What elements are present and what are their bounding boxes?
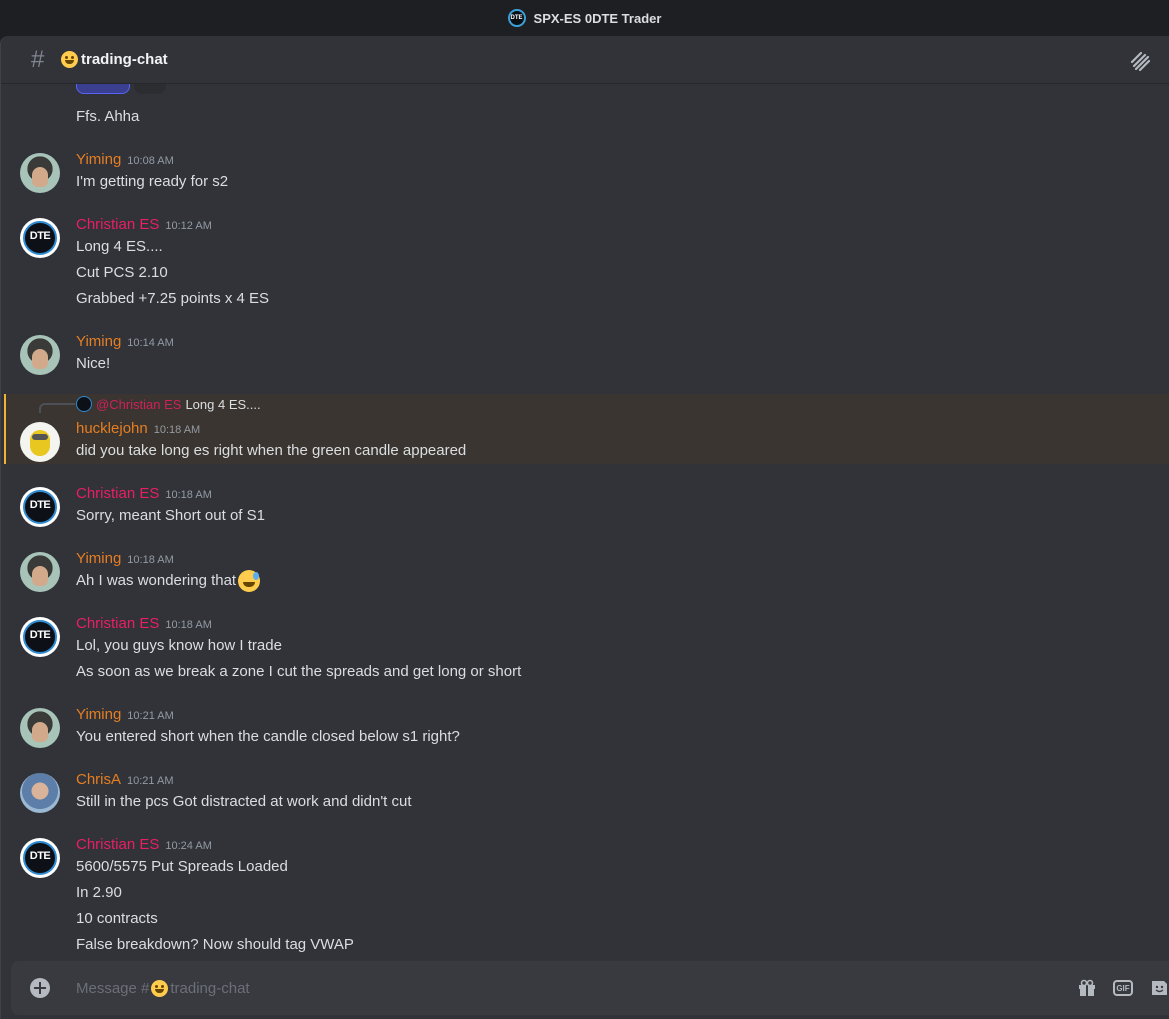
message-text: did you take long es right when the gree…: [76, 442, 467, 459]
smile-emoji-icon: [151, 979, 169, 997]
placeholder-prefix: Message #: [76, 979, 150, 997]
message-text: Long 4 ES....: [76, 238, 163, 255]
avatar[interactable]: [20, 153, 60, 193]
placeholder-channel: trading-chat: [170, 979, 250, 997]
composer-actions: GIF: [1076, 977, 1169, 999]
message-header: Christian ES 10:18 AM: [76, 615, 212, 632]
timestamp: 10:21 AM: [127, 775, 174, 787]
reaction-button[interactable]: [76, 84, 130, 94]
message-text: Ah I was wondering that: [76, 570, 261, 592]
avatar[interactable]: [20, 335, 60, 375]
timestamp: 10:18 AM: [165, 489, 212, 501]
author-name[interactable]: Yiming: [76, 333, 121, 350]
avatar[interactable]: DTE: [20, 617, 60, 657]
reply-spine: [39, 403, 75, 413]
timestamp: 10:21 AM: [127, 710, 174, 722]
message-text: False breakdown? Now should tag VWAP: [76, 936, 354, 953]
message-composer: Message # trading-chat GIF: [11, 961, 1169, 1015]
main-panel: # trading-chat Ffs. Ahha Yiming 10:08 AM …: [0, 36, 1169, 1019]
message-text: You entered short when the candle closed…: [76, 728, 460, 745]
channel-title: trading-chat: [61, 51, 168, 68]
reaction-row: [76, 84, 166, 94]
author-name[interactable]: Christian ES: [76, 836, 159, 853]
add-reaction-button[interactable]: [134, 84, 166, 94]
message-text: Sorry, meant Short out of S1: [76, 507, 265, 524]
message-list: Ffs. Ahha Yiming 10:08 AM I'm getting rea…: [1, 84, 1169, 960]
hash-icon: #: [31, 45, 45, 73]
server-logo-icon: DTE: [507, 9, 526, 27]
avatar[interactable]: DTE: [20, 218, 60, 258]
message-header: Yiming 10:14 AM: [76, 333, 174, 350]
window-title: SPX-ES 0DTE Trader: [533, 10, 662, 26]
threads-icon[interactable]: [1129, 50, 1151, 72]
avatar[interactable]: [20, 708, 60, 748]
sticker-icon[interactable]: [1148, 977, 1169, 999]
message-text: Grabbed +7.25 points x 4 ES: [76, 290, 270, 307]
message-header: hucklejohn 10:18 AM: [76, 420, 200, 437]
author-name[interactable]: Christian ES: [76, 615, 159, 632]
timestamp: 10:24 AM: [165, 840, 212, 852]
plus-icon[interactable]: [30, 978, 50, 998]
author-name[interactable]: Christian ES: [76, 485, 159, 502]
channel-name: trading-chat: [81, 51, 168, 68]
message-text: Still in the pcs Got distracted at work …: [76, 793, 412, 810]
timestamp: 10:18 AM: [127, 554, 174, 566]
avatar[interactable]: [20, 422, 60, 462]
message-header: Christian ES 10:24 AM: [76, 836, 212, 853]
timestamp: 10:08 AM: [127, 155, 174, 167]
avatar[interactable]: [20, 773, 60, 813]
message-text: Ffs. Ahha: [76, 108, 140, 125]
gif-label: GIF: [1113, 980, 1133, 996]
author-name[interactable]: Yiming: [76, 151, 121, 168]
author-name[interactable]: Yiming: [76, 550, 121, 567]
gift-icon[interactable]: [1076, 977, 1098, 999]
message-header: ChrisA 10:21 AM: [76, 771, 174, 788]
message-text: 10 contracts: [76, 910, 158, 927]
avatar[interactable]: DTE: [20, 838, 60, 878]
message-text: 5600/5575 Put Spreads Loaded: [76, 858, 288, 875]
message-header: Yiming 10:18 AM: [76, 550, 174, 567]
reply-text: Long 4 ES....: [185, 396, 261, 412]
message-text: Nice!: [76, 355, 111, 372]
message-header: Yiming 10:21 AM: [76, 706, 174, 723]
timestamp: 10:18 AM: [153, 424, 201, 436]
timestamp: 10:18 AM: [165, 619, 212, 631]
message-header: Christian ES 10:18 AM: [76, 485, 212, 502]
message-text: In 2.90: [76, 884, 122, 901]
message-header: Yiming 10:08 AM: [76, 151, 174, 168]
message-text-content: Ah I was wondering that: [76, 571, 237, 589]
gif-icon[interactable]: GIF: [1112, 977, 1134, 999]
author-name[interactable]: Yiming: [76, 706, 121, 723]
message-text: Cut PCS 2.10: [76, 264, 168, 281]
avatar[interactable]: DTE: [20, 487, 60, 527]
message-text: Lol, you guys know how I trade: [76, 637, 282, 654]
timestamp: 10:12 AM: [165, 220, 212, 232]
window-titlebar: DTE SPX-ES 0DTE Trader: [0, 0, 1169, 36]
author-name[interactable]: Christian ES: [76, 216, 159, 233]
avatar[interactable]: [20, 552, 60, 592]
author-name[interactable]: ChrisA: [76, 771, 121, 788]
message-input[interactable]: Message # trading-chat: [76, 979, 1076, 997]
author-name[interactable]: hucklejohn: [76, 420, 148, 437]
reply-avatar: [76, 396, 92, 412]
reply-reference[interactable]: @Christian ES Long 4 ES....: [76, 396, 261, 412]
channel-header: # trading-chat: [1, 36, 1169, 84]
reply-mention[interactable]: @Christian ES: [96, 397, 181, 412]
message-text: I'm getting ready for s2: [76, 173, 229, 190]
smile-emoji-icon: [61, 51, 78, 68]
sweat-smile-emoji-icon: [238, 570, 261, 592]
message-header: Christian ES 10:12 AM: [76, 216, 212, 233]
message-text: As soon as we break a zone I cut the spr…: [76, 663, 522, 680]
timestamp: 10:14 AM: [127, 337, 174, 349]
